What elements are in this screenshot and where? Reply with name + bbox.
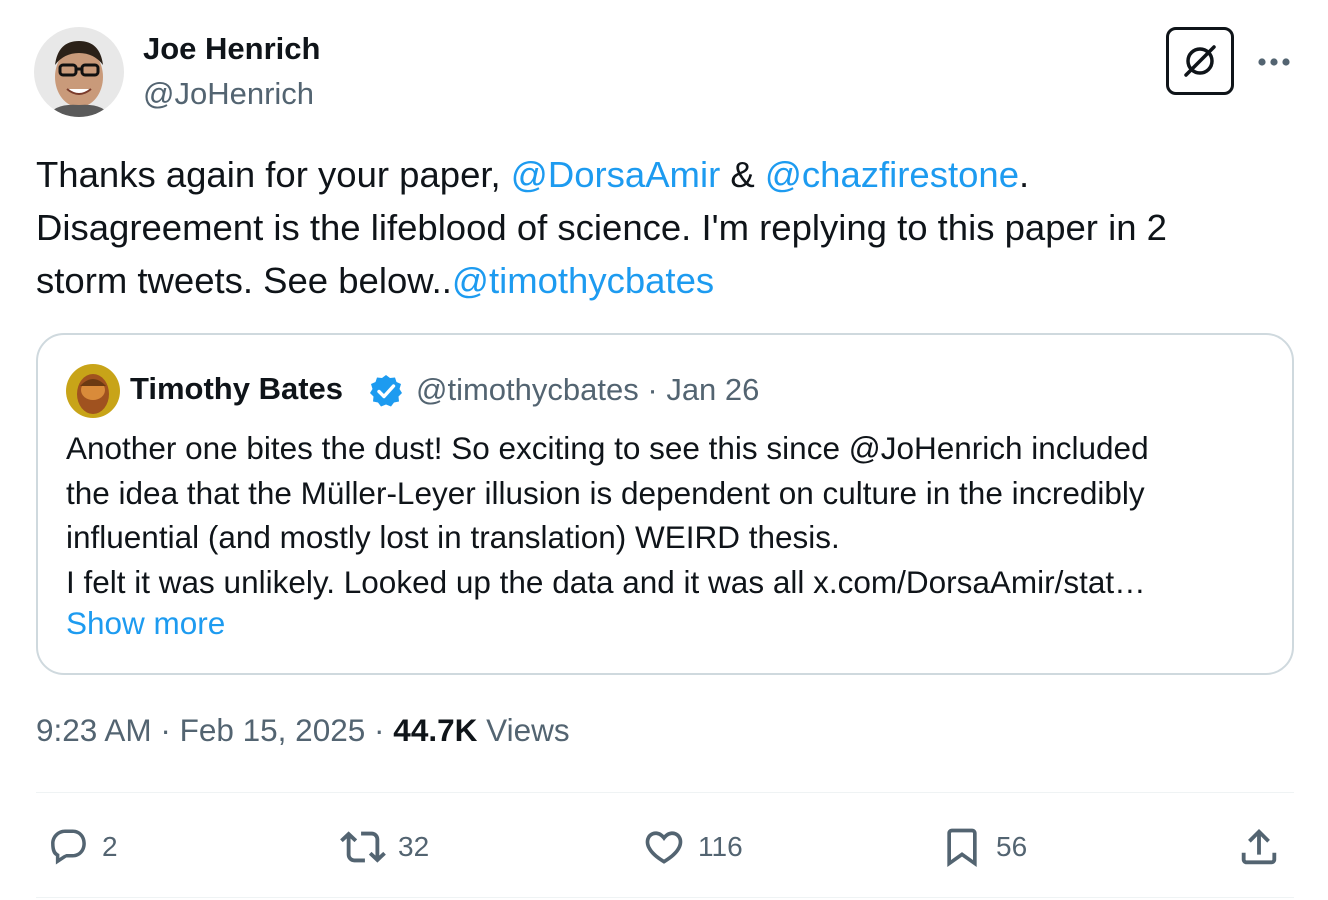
views-count: 44.7K [393,712,478,748]
tweet-time[interactable]: 9:23 AM [36,712,152,748]
reply-button[interactable]: 2 [48,808,118,886]
show-more-link[interactable]: Show more [66,605,225,642]
tweet-text-segment: . [1019,154,1030,195]
tweet-text: Thanks again for your paper, @DorsaAmir … [36,148,1296,307]
repost-icon [340,831,386,863]
author-avatar[interactable] [34,27,124,117]
reply-count: 2 [102,831,118,862]
action-bar: 2 32 116 56 [36,808,1294,886]
author-name[interactable]: Joe Henrich [143,31,320,67]
meta-separator: · [160,712,171,748]
bookmark-button[interactable]: 56 [940,808,1027,886]
quoted-meta: @timothycbates · Jan 26 [416,372,759,408]
bookmark-count: 56 [996,831,1028,862]
tweet-timestamp-row: 9:23 AM · Feb 15, 2025 · 44.7K Views [36,712,570,749]
tweet-text-segment: & [720,154,765,195]
grok-button[interactable] [1166,27,1234,95]
heart-icon [645,831,683,864]
tweet-line-3: storm tweets. See below..@timothycbates [36,254,1296,307]
divider [36,897,1294,898]
quoted-author-avatar[interactable] [66,364,120,418]
quoted-date[interactable]: Jan 26 [666,372,759,407]
quoted-tweet-text: Another one bites the dust! So exciting … [66,426,1276,605]
verified-badge-icon [370,375,402,407]
quoted-author-name[interactable]: Timothy Bates [130,371,343,407]
mention-chazfirestone[interactable]: @chazfirestone [765,154,1019,195]
mention-dorsaamir[interactable]: @DorsaAmir [511,154,720,195]
quoted-text-line: I felt it was unlikely. Looked up the da… [66,564,1146,601]
like-button[interactable]: 116 [642,808,743,886]
author-handle[interactable]: @JoHenrich [143,76,314,112]
divider [36,792,1294,793]
grok-icon [1184,45,1216,77]
mention-timothycbates[interactable]: @timothycbates [452,260,714,301]
more-options-button[interactable] [1252,40,1296,84]
quoted-text-line: the idea that the Müller-Leyer illusion … [66,474,1145,511]
tweet-text-segment: storm tweets. See below.. [36,260,452,301]
repost-count: 32 [398,831,430,862]
like-count: 116 [698,831,743,862]
quoted-text-line: Another one bites the dust! So exciting … [66,430,1149,466]
bookmark-icon [947,828,977,868]
tweet-text-segment: Thanks again for your paper, [36,154,511,195]
quoted-text-line: influential (and mostly lost in translat… [66,519,840,556]
meta-separator: · [647,372,658,407]
share-button[interactable] [1236,808,1282,886]
tweet-line-1: Thanks again for your paper, @DorsaAmir … [36,148,1296,201]
views-label: Views [486,712,570,748]
share-icon [1241,828,1277,865]
quoted-tweet-card[interactable]: Timothy Bates @timothycbates · Jan 26 An… [36,333,1294,675]
tweet-date[interactable]: Feb 15, 2025 [180,712,366,748]
tweet-line-2: Disagreement is the lifeblood of science… [36,207,1167,248]
ellipsis-icon [1258,58,1290,66]
quoted-author-handle[interactable]: @timothycbates [416,372,639,407]
repost-button[interactable]: 32 [340,808,429,886]
meta-separator: · [374,712,385,748]
reply-icon [51,829,86,865]
